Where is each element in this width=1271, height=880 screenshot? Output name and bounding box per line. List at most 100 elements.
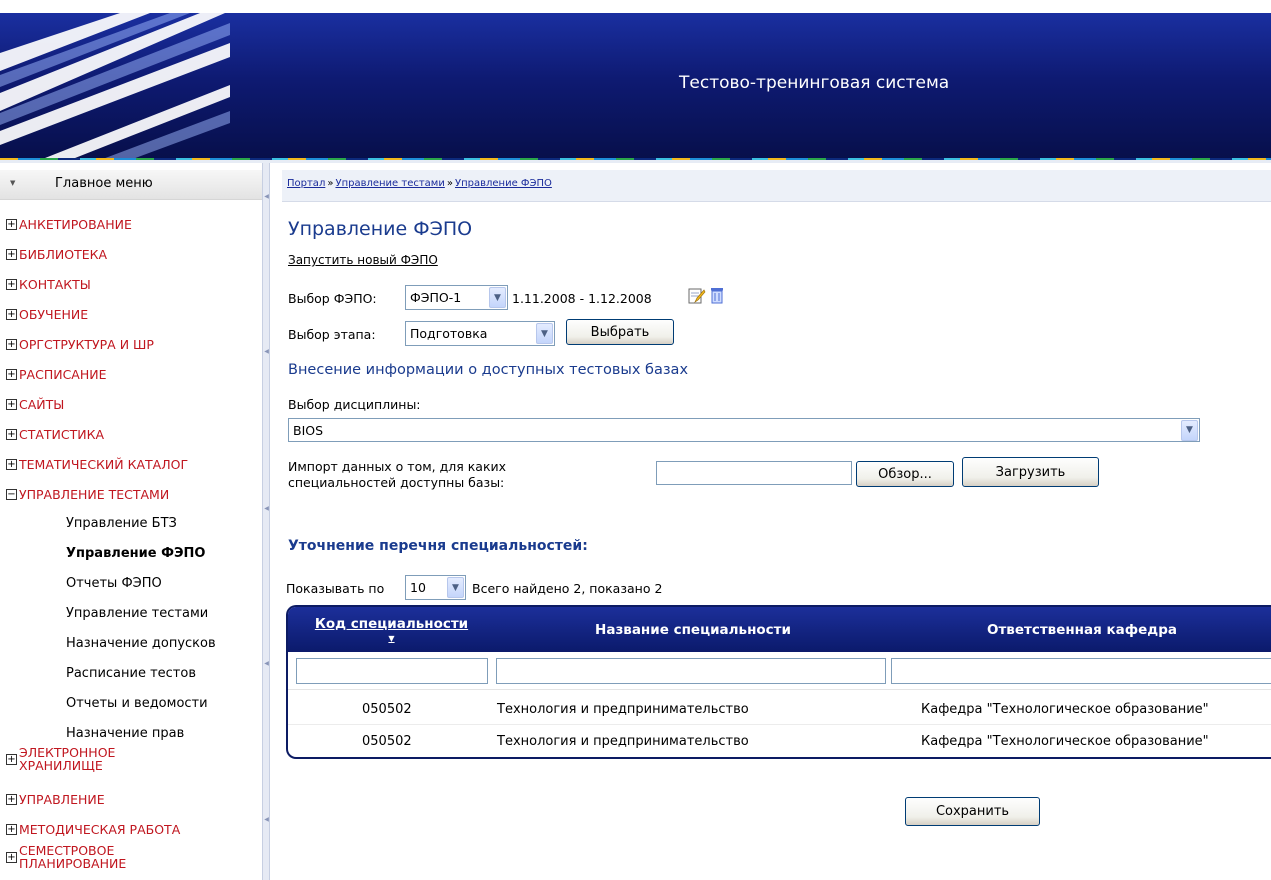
breadcrumb-bar: Портал» Управление тестами» Управление ФЭП… [282, 170, 1271, 202]
sidebar-item-label[interactable]: АНКЕТИРОВАНИЕ [19, 217, 132, 232]
sidebar-item-label[interactable]: БИБЛИОТЕКА [19, 247, 107, 262]
sidebar-item-label-line2[interactable]: ПЛАНИРОВАНИЕ [19, 857, 126, 870]
filter-code-input[interactable] [296, 658, 488, 684]
table-row[interactable]: 050502 Технология и предпринимательство … [288, 693, 1271, 725]
expand-icon[interactable]: + [6, 369, 17, 380]
breadcrumb-separator: » [327, 178, 334, 189]
expand-icon[interactable]: + [6, 399, 17, 410]
filter-dept-input[interactable] [891, 658, 1271, 684]
expand-icon[interactable]: + [6, 249, 17, 260]
expand-icon[interactable]: + [6, 824, 17, 835]
sidebar-subitem-permits[interactable]: Назначение допусков [66, 636, 216, 651]
discipline-select-value: BIOS [293, 422, 324, 438]
sidebar-item-label[interactable]: УПРАВЛЕНИЕ [19, 792, 105, 807]
discipline-select[interactable]: BIOS ▼ [288, 418, 1200, 442]
filter-name-input[interactable] [496, 658, 886, 684]
main-menu-header[interactable]: ▼ Главное меню [0, 170, 262, 200]
expand-icon[interactable]: + [6, 459, 17, 470]
expand-icon[interactable]: + [6, 339, 17, 350]
section-test-bases-title: Внесение информации о доступных тестовых… [288, 362, 689, 378]
expand-icon[interactable]: + [6, 279, 17, 290]
breadcrumb: Портал» Управление тестами» Управление ФЭП… [287, 178, 552, 189]
sidebar-item-label[interactable]: САЙТЫ [19, 397, 64, 412]
collapse-left-icon[interactable]: ◀ [263, 660, 270, 667]
sidebar-item-label[interactable]: СЕМЕСТРОВОЕ ПЛАНИРОВАНИЕ [19, 844, 126, 870]
sidebar-item-schedule[interactable]: + РАСПИСАНИЕ [6, 367, 107, 382]
sidebar-item-contacts[interactable]: + КОНТАКТЫ [6, 277, 91, 292]
sidebar-item-learning[interactable]: + ОБУЧЕНИЕ [6, 307, 88, 322]
page-title: Управление ФЭПО [288, 218, 473, 240]
sidebar-item-label[interactable]: ЭЛЕКТРОННОЕ ХРАНИЛИЩЕ [19, 746, 115, 772]
sidebar-item-test-management[interactable]: − УПРАВЛЕНИЕ ТЕСТАМИ [6, 487, 169, 502]
sidebar-item-e-storage[interactable]: + ЭЛЕКТРОННОЕ ХРАНИЛИЩЕ [6, 746, 115, 772]
chevron-down-icon[interactable]: ▼ [447, 577, 464, 598]
sidebar-item-ankety[interactable]: + АНКЕТИРОВАНИЕ [6, 217, 132, 232]
new-fepo-link[interactable]: Запустить новый ФЭПО [288, 253, 438, 267]
column-header-dept: Ответственная кафедра [987, 621, 1177, 638]
edit-icon[interactable] [688, 287, 706, 305]
chevron-down-icon[interactable]: ▼ [536, 323, 553, 344]
breadcrumb-fepo[interactable]: Управление ФЭПО [455, 178, 552, 189]
collapse-icon[interactable]: − [6, 489, 17, 500]
expand-icon[interactable]: + [6, 851, 17, 863]
sidebar-item-methodic[interactable]: + МЕТОДИЧЕСКАЯ РАБОТА [6, 822, 180, 837]
collapse-left-icon[interactable]: ◀ [263, 193, 270, 200]
upload-button[interactable]: Загрузить [962, 457, 1099, 487]
collapse-left-icon[interactable]: ◀ [263, 505, 270, 512]
chevron-down-icon[interactable]: ▼ [489, 287, 506, 308]
sidebar-item-label-line2[interactable]: ХРАНИЛИЩЕ [19, 759, 115, 772]
fepo-select[interactable]: ФЭПО-1 ▼ [405, 285, 508, 310]
save-button[interactable]: Сохранить [905, 797, 1040, 826]
collapse-left-icon[interactable]: ◀ [263, 348, 270, 355]
stage-select[interactable]: Подготовка ▼ [405, 321, 555, 346]
expand-icon[interactable]: + [6, 794, 17, 805]
sidebar-subitem-rights[interactable]: Назначение прав [66, 726, 184, 741]
column-header-code[interactable]: Код специальности ▼ [288, 607, 495, 652]
collapse-left-icon[interactable]: ◀ [263, 816, 270, 823]
sidebar-subitem-fepo-reports[interactable]: Отчеты ФЭПО [66, 576, 162, 591]
expand-icon[interactable]: + [6, 219, 17, 230]
breadcrumb-portal[interactable]: Портал [287, 178, 325, 189]
browse-button[interactable]: Обзор... [856, 461, 954, 487]
breadcrumb-test-management[interactable]: Управление тестами [335, 178, 444, 189]
sidebar-item-label[interactable]: УПРАВЛЕНИЕ ТЕСТАМИ [19, 487, 169, 502]
select-stage-button[interactable]: Выбрать [566, 319, 674, 345]
sidebar-item-label[interactable]: ОБУЧЕНИЕ [19, 307, 88, 322]
sidebar-item-label[interactable]: КОНТАКТЫ [19, 277, 91, 292]
sidebar: ▼ Главное меню + АНКЕТИРОВАНИЕ + БИБЛИОТ… [0, 163, 262, 880]
sidebar-item-management[interactable]: + УПРАВЛЕНИЕ [6, 792, 105, 807]
sidebar-item-sites[interactable]: + САЙТЫ [6, 397, 64, 412]
sort-desc-icon[interactable]: ▼ [388, 634, 394, 643]
sidebar-item-label[interactable]: РАСПИСАНИЕ [19, 367, 107, 382]
page-size-label: Показывать по [286, 581, 385, 596]
sidebar-item-catalog[interactable]: + ТЕМАТИЧЕСКИЙ КАТАЛОГ [6, 457, 188, 472]
sidebar-splitter[interactable]: ◀ ◀ ◀ ◀ ◀ [262, 163, 270, 880]
sidebar-subitem-fepo[interactable]: Управление ФЭПО [66, 546, 205, 561]
table-row[interactable]: 050502 Технология и предпринимательство … [288, 725, 1271, 757]
sidebar-item-semester[interactable]: + СЕМЕСТРОВОЕ ПЛАНИРОВАНИЕ [6, 844, 126, 870]
table-header: Код специальности ▼ Название специальнос… [288, 607, 1271, 652]
chevron-down-icon[interactable]: ▼ [1181, 419, 1198, 441]
sidebar-subitem-reports[interactable]: Отчеты и ведомости [66, 696, 208, 711]
sidebar-item-label[interactable]: СТАТИСТИКА [19, 427, 104, 442]
page-size-select[interactable]: 10 ▼ [405, 575, 466, 600]
cell-dept: Кафедра "Технологическое образование" [921, 701, 1209, 717]
file-path-input[interactable] [656, 461, 852, 485]
sidebar-item-library[interactable]: + БИБЛИОТЕКА [6, 247, 107, 262]
column-header-label[interactable]: Код специальности [315, 616, 468, 632]
sidebar-subitem-btz[interactable]: Управление БТЗ [66, 516, 177, 531]
menu-collapse-icon[interactable]: ▼ [10, 179, 15, 187]
sidebar-item-statistics[interactable]: + СТАТИСТИКА [6, 427, 104, 442]
sidebar-subitem-test-schedule[interactable]: Расписание тестов [66, 666, 196, 681]
expand-icon[interactable]: + [6, 429, 17, 440]
fepo-select-label: Выбор ФЭПО: [288, 291, 377, 306]
sidebar-item-label[interactable]: МЕТОДИЧЕСКАЯ РАБОТА [19, 822, 180, 837]
sidebar-item-orgstructure[interactable]: + ОРГСТРУКТУРА И ШР [6, 337, 154, 352]
expand-icon[interactable]: + [6, 309, 17, 320]
sidebar-item-label[interactable]: ОРГСТРУКТУРА И ШР [19, 337, 154, 352]
site-title: Тестово-тренинговая система [679, 73, 950, 93]
expand-icon[interactable]: + [6, 753, 17, 765]
sidebar-item-label[interactable]: ТЕМАТИЧЕСКИЙ КАТАЛОГ [19, 457, 188, 472]
sidebar-subitem-tests[interactable]: Управление тестами [66, 606, 208, 621]
trash-icon[interactable] [710, 287, 724, 304]
